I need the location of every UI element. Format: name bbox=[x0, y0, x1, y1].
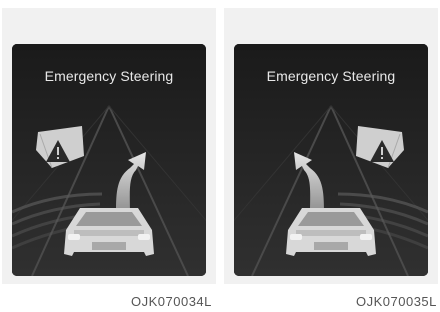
screen-title: Emergency Steering bbox=[266, 68, 396, 84]
figure-caption-right: OJK070035L bbox=[356, 294, 437, 309]
figure-caption-left: OJK070034L bbox=[131, 294, 212, 309]
cluster-display-left: Emergency Steering bbox=[12, 44, 206, 276]
screen-title: Emergency Steering bbox=[44, 68, 174, 84]
illustration-panel-right: Emergency Steering bbox=[224, 8, 438, 284]
cluster-display-right: Emergency Steering bbox=[234, 44, 428, 276]
illustration-panel-left: Emergency Steering bbox=[2, 8, 216, 284]
vehicle-rear-icon bbox=[286, 208, 376, 256]
vehicle-rear-icon bbox=[64, 208, 154, 256]
